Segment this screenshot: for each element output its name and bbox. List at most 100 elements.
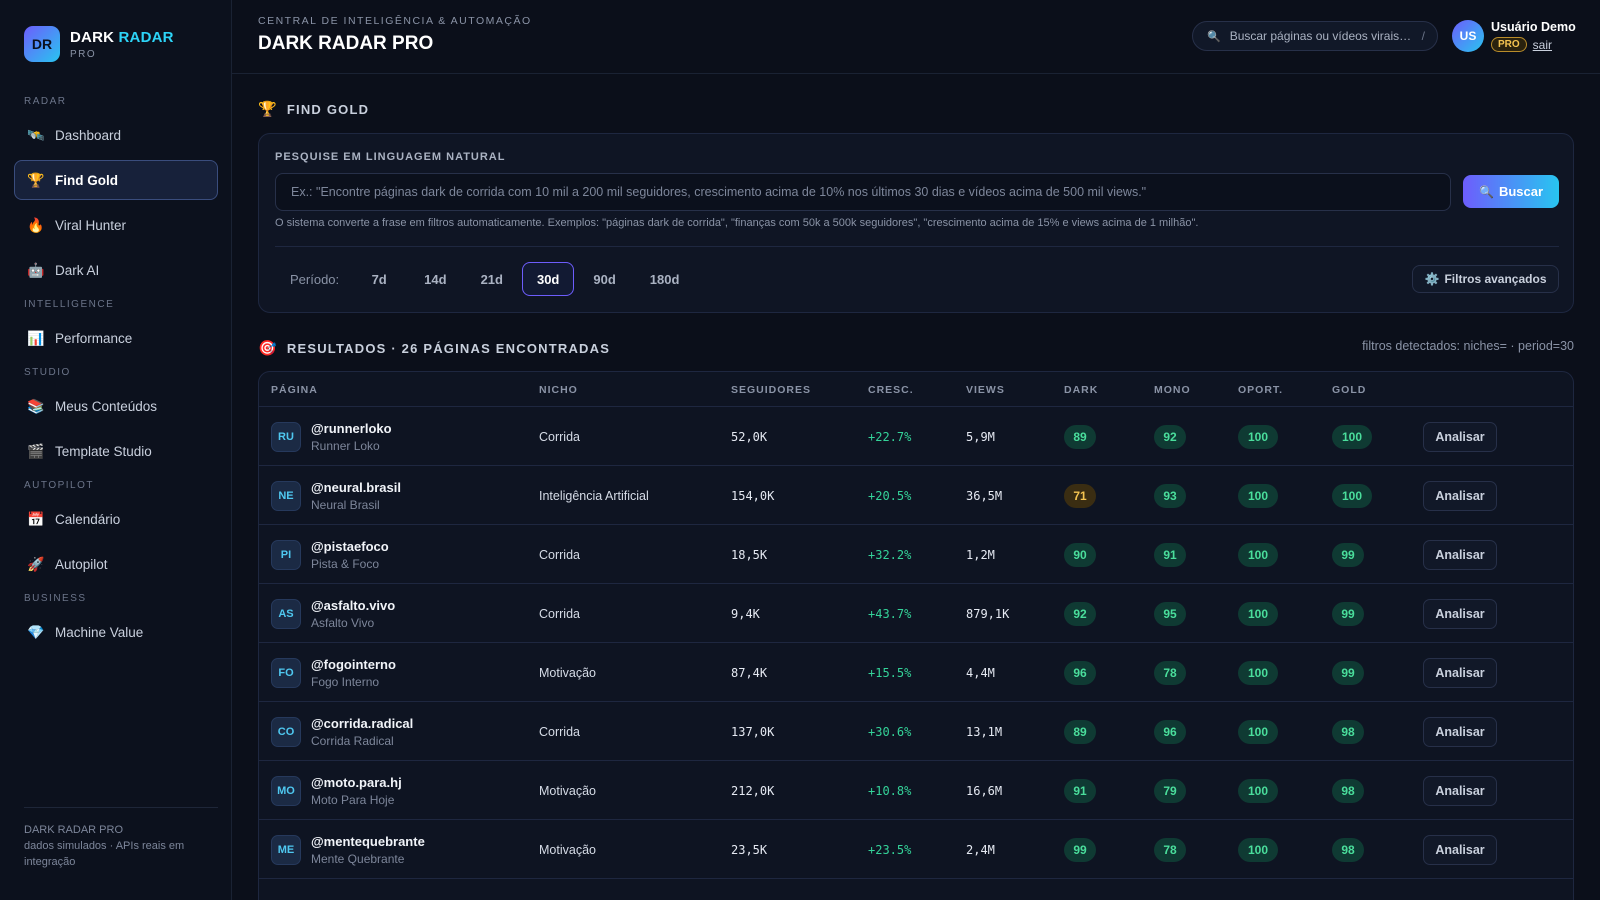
sidebar-item-find-gold[interactable]: 🏆 Find Gold (14, 160, 218, 200)
table-row[interactable]: NE @neural.brasil Neural Brasil Inteligênci… (259, 466, 1573, 525)
column-header[interactable]: OPORT. (1238, 384, 1283, 396)
oport-score-badge: 100 (1238, 719, 1278, 744)
sidebar-item-calendario[interactable]: 📅 Calendário (14, 499, 218, 539)
analyze-button[interactable]: Analisar (1423, 834, 1497, 865)
page-handle[interactable]: @mentequebrante (311, 834, 425, 849)
views-cell: 1,2M (966, 525, 995, 584)
column-header[interactable]: CRESC. (868, 384, 914, 396)
page-handle[interactable]: @corrida.radical (311, 716, 413, 731)
analyze-button[interactable]: Analisar (1423, 775, 1497, 806)
analyze-button[interactable]: Analisar (1423, 480, 1497, 511)
growth-cell: +30.6% (868, 702, 911, 761)
period-button-14d[interactable]: 14d (409, 262, 461, 296)
column-header[interactable]: MONO (1154, 384, 1191, 396)
column-header[interactable]: NICHO (539, 384, 578, 396)
column-header[interactable]: SEGUIDORES (731, 384, 811, 396)
action-cell: Analisar (1423, 702, 1497, 761)
global-search[interactable]: 🔍 Buscar páginas ou vídeos virais… / (1192, 21, 1438, 51)
sidebar-item-label: Find Gold (55, 172, 118, 188)
views-value: 5,9M (966, 429, 995, 444)
logout-link[interactable]: sair (1533, 38, 1552, 52)
page-handle[interactable]: @asfalto.vivo (311, 598, 395, 613)
gold-score-cell: 99 (1332, 643, 1364, 702)
analyze-button[interactable]: Analisar (1423, 657, 1497, 688)
niche-cell: Motivação (539, 643, 596, 702)
column-header[interactable]: VIEWS (966, 384, 1005, 396)
action-cell: Analisar (1423, 466, 1497, 525)
growth-cell: +15.5% (868, 643, 911, 702)
analyze-button[interactable]: Analisar (1423, 539, 1497, 570)
table-row[interactable]: AS @asfalto.vivo Asfalto Vivo Corrida 9,4K +4… (259, 584, 1573, 643)
niche-cell: Inteligência Artificial (539, 466, 649, 525)
growth-cell: +43.7% (868, 584, 911, 643)
views-cell: 2,4M (966, 820, 995, 879)
niche-value: Motivação (539, 783, 596, 798)
views-value: 2,4M (966, 842, 995, 857)
analyze-button[interactable]: Analisar (1423, 598, 1497, 629)
sidebar-nav: RADAR 🛰️ Dashboard 🏆 Find Gold 🔥 Viral Hunter 🤖… (14, 92, 218, 657)
page-handle[interactable]: @moto.para.hj (311, 775, 402, 790)
mono-score-cell: 78 (1154, 643, 1186, 702)
advanced-filters-button[interactable]: ⚙️ Filtros avançados (1412, 265, 1559, 293)
sidebar-item-machine-value[interactable]: 💎 Machine Value (14, 612, 218, 652)
column-header[interactable]: DARK (1064, 384, 1098, 396)
page-cell: NE @neural.brasil Neural Brasil (271, 466, 401, 525)
period-button-7d[interactable]: 7d (353, 262, 405, 296)
page-handle[interactable]: @neural.brasil (311, 480, 401, 495)
views-cell: 4,4M (966, 643, 995, 702)
sidebar-item-dark-ai[interactable]: 🤖 Dark AI (14, 250, 218, 290)
growth-value: +23.5% (868, 842, 912, 857)
search-button[interactable]: 🔍 Buscar (1463, 175, 1559, 208)
analyze-button[interactable]: Analisar (1423, 421, 1497, 452)
page-info: @moto.para.hj Moto Para Hoje (311, 775, 402, 807)
natural-language-search-card: PESQUISE EM LINGUAGEM NATURAL 🔍 Buscar O… (258, 133, 1574, 313)
page-cell: PI @pistaefoco Pista & Foco (271, 525, 389, 584)
page-cell: ME @mentequebrante Mente Quebrante (271, 820, 425, 879)
user-menu[interactable]: US Usuário Demo PRO sair (1452, 20, 1576, 52)
period-button-90d[interactable]: 90d (578, 262, 630, 296)
table-row[interactable]: CO @corrida.radical Corrida Radical Corrida… (259, 702, 1573, 761)
sidebar-item-dashboard[interactable]: 🛰️ Dashboard (14, 115, 218, 155)
dark-score-badge: 89 (1064, 424, 1096, 449)
table-row[interactable]: PI @pistaefoco Pista & Foco Corrida 18,5K +32… (259, 525, 1573, 584)
followers-value: 137,0K (731, 724, 775, 739)
fire-icon: 🔥 (27, 216, 45, 233)
niche-cell: Motivação (539, 820, 596, 879)
natural-language-input[interactable] (275, 173, 1451, 211)
sidebar-item-autopilot[interactable]: 🚀 Autopilot (14, 544, 218, 584)
divider (275, 246, 1559, 247)
mono-score-badge: 79 (1154, 778, 1186, 803)
niche-cell: Corrida (539, 407, 580, 466)
page-handle[interactable]: @fogointerno (311, 657, 396, 672)
robot-icon: 🤖 (27, 261, 45, 278)
page-handle[interactable]: @runnerloko (311, 421, 392, 436)
sidebar-item-performance[interactable]: 📊 Performance (14, 318, 218, 358)
sidebar-item-template-studio[interactable]: 🎬 Template Studio (14, 431, 218, 471)
brand-name-part1: DARK (70, 28, 115, 46)
dark-score-badge: 90 (1064, 542, 1096, 567)
search-input[interactable]: Buscar páginas ou vídeos virais… (1230, 29, 1411, 43)
sidebar-item-meus-conteudos[interactable]: 📚 Meus Conteúdos (14, 386, 218, 426)
dark-score-cell: 91 (1064, 761, 1096, 820)
period-button-30d[interactable]: 30d (521, 262, 575, 296)
mono-score-cell: 93 (1154, 466, 1186, 525)
footer-line: integração (24, 856, 76, 868)
table-row[interactable]: MO @moto.para.hj Moto Para Hoje Motivação 21… (259, 761, 1573, 820)
growth-value: +10.8% (868, 783, 912, 798)
column-header[interactable]: GOLD (1332, 384, 1366, 396)
table-row[interactable]: RU @runnerloko Runner Loko Corrida 52,0K +22.… (259, 407, 1573, 466)
table-row[interactable]: FO @fogointerno Fogo Interno Motivação 87,4K… (259, 643, 1573, 702)
column-header[interactable]: PÁGINA (271, 384, 318, 396)
analyze-button[interactable]: Analisar (1423, 716, 1497, 747)
page-handle[interactable]: @pistaefoco (311, 539, 389, 554)
avatar[interactable]: US (1452, 20, 1484, 52)
period-button-21d[interactable]: 21d (466, 262, 518, 296)
satellite-icon: 🛰️ (27, 126, 45, 143)
sidebar-item-viral-hunter[interactable]: 🔥 Viral Hunter (14, 205, 218, 245)
views-cell: 879,1K (966, 584, 1009, 643)
brand[interactable]: DR DARK RADAR PRO (24, 26, 174, 62)
table-row[interactable]: ME @mentequebrante Mente Quebrante Motivaçã… (259, 820, 1573, 879)
period-button-180d[interactable]: 180d (635, 262, 695, 296)
views-cell: 16,6M (966, 761, 1002, 820)
views-cell: 36,5M (966, 466, 1002, 525)
